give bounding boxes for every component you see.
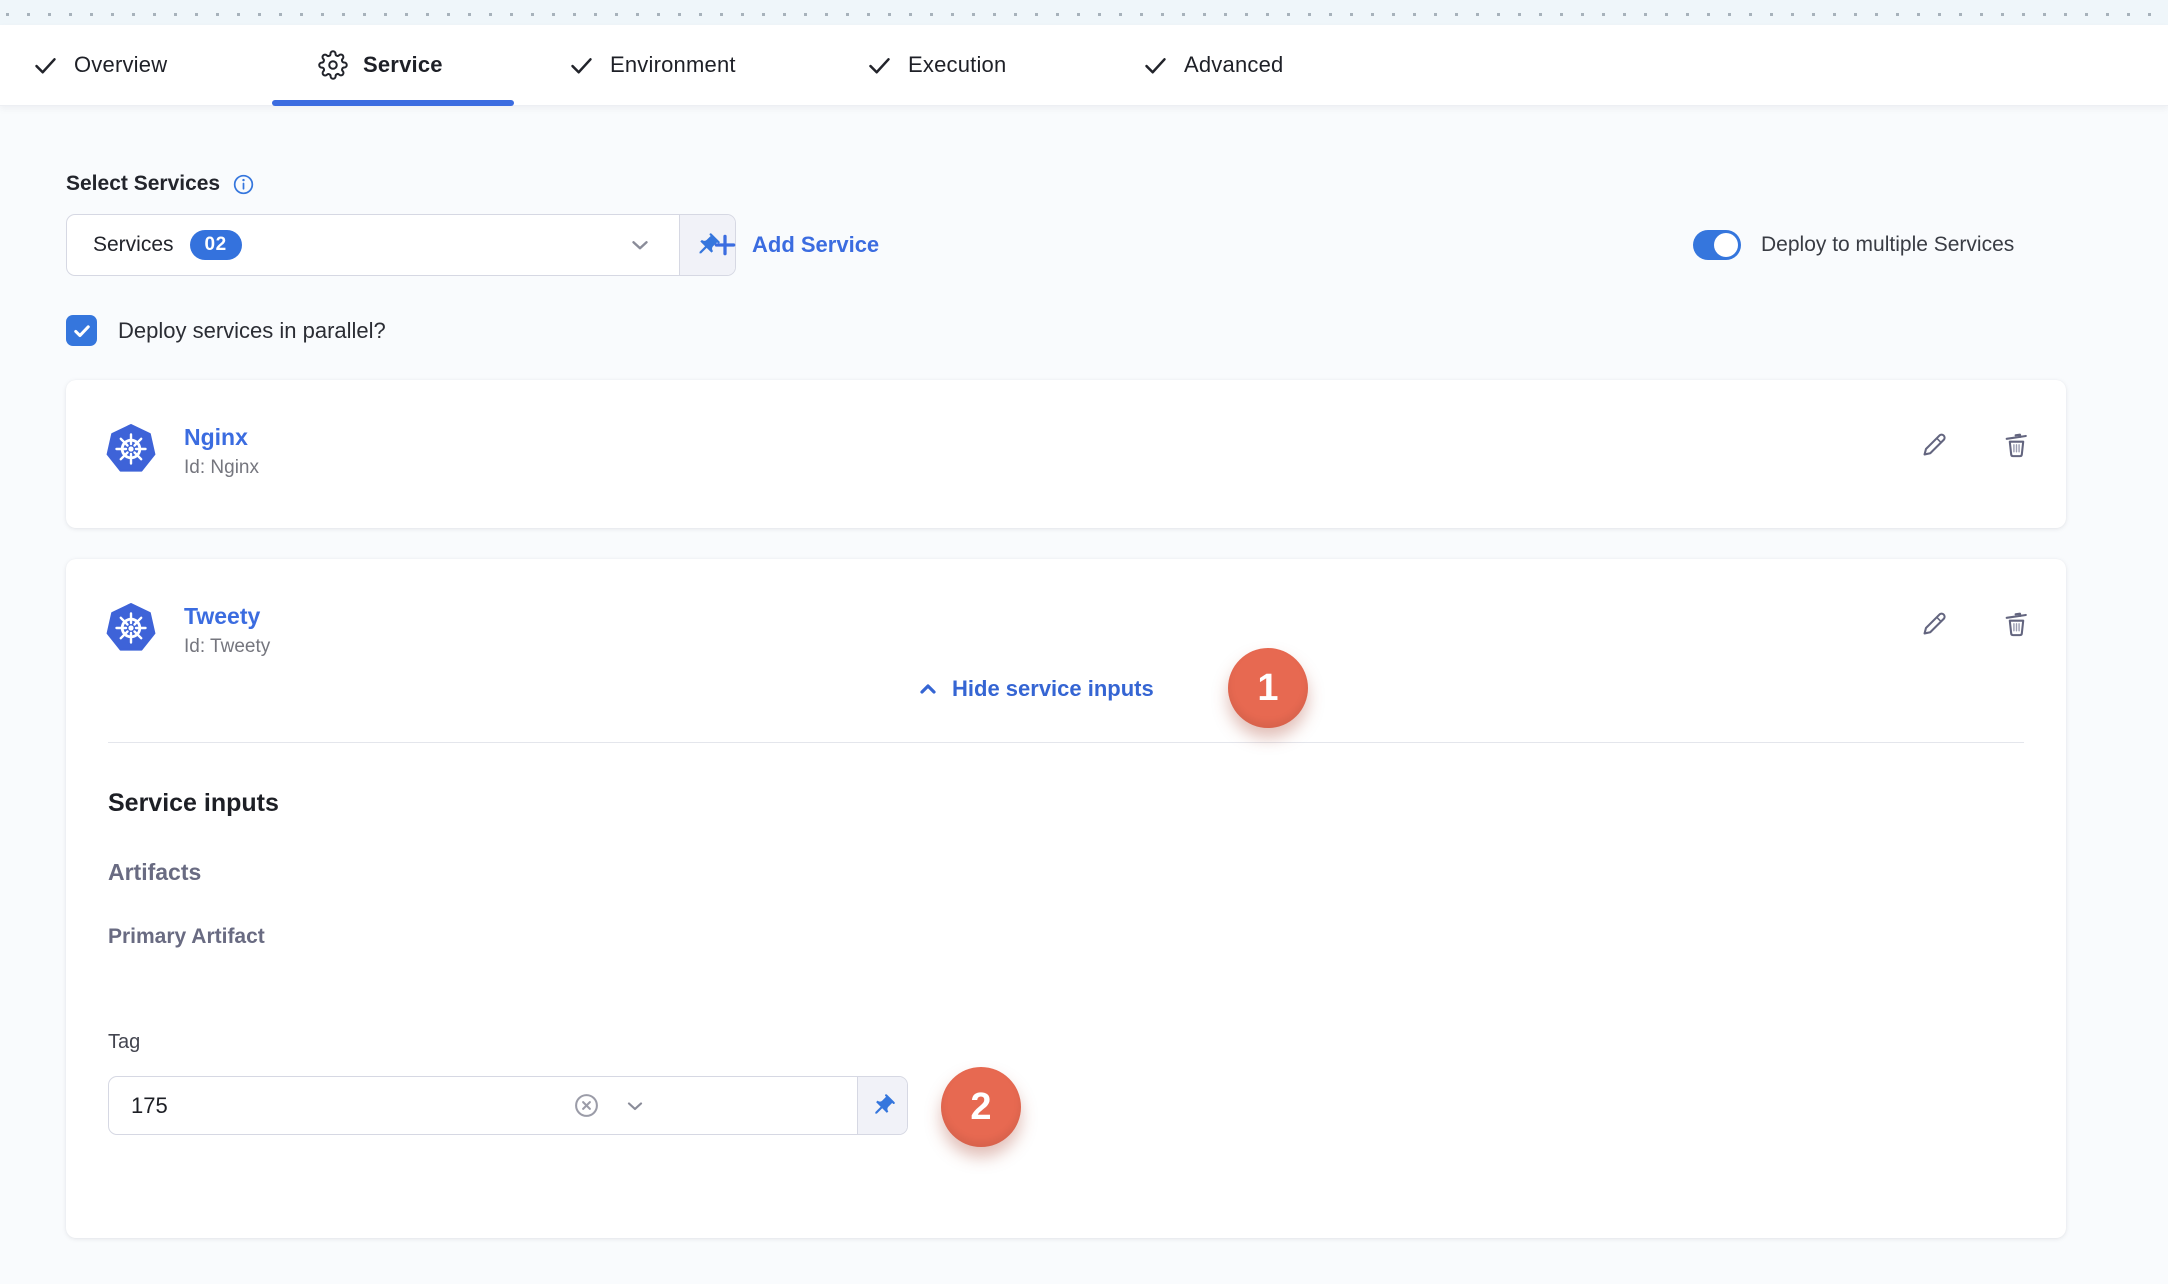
kubernetes-icon xyxy=(106,603,156,658)
delete-service-button[interactable] xyxy=(2000,607,2032,639)
tab-service[interactable]: Service xyxy=(318,25,443,105)
artifacts-heading: Artifacts xyxy=(108,859,201,886)
add-service-label: Add Service xyxy=(752,232,879,258)
check-icon xyxy=(866,52,893,79)
parallel-deploy-checkbox[interactable] xyxy=(66,315,97,346)
annotation-step-2-badge: 2 xyxy=(941,1067,1021,1147)
hide-service-inputs-label: Hide service inputs xyxy=(952,676,1154,702)
primary-artifact-heading: Primary Artifact xyxy=(108,925,265,949)
edit-service-button[interactable] xyxy=(1918,607,1950,639)
deploy-multiple-label: Deploy to multiple Services xyxy=(1761,233,2014,257)
card-divider xyxy=(108,742,2024,743)
edit-service-button[interactable] xyxy=(1918,428,1950,460)
chevron-down-icon[interactable] xyxy=(627,232,653,258)
tab-label: Service xyxy=(363,52,443,78)
service-inputs-title: Service inputs xyxy=(108,789,279,818)
tab-label: Overview xyxy=(74,52,167,78)
annotation-number: 1 xyxy=(1257,667,1278,710)
gear-icon xyxy=(318,50,348,80)
tab-label: Advanced xyxy=(1184,52,1283,78)
check-icon xyxy=(568,52,595,79)
plus-icon xyxy=(712,232,738,258)
tag-field-group xyxy=(108,1076,908,1135)
tab-label: Environment xyxy=(610,52,736,78)
pin-icon xyxy=(870,1093,896,1119)
service-card-nginx: Nginx Id: Nginx xyxy=(66,380,2066,528)
deploy-multiple-toggle[interactable] xyxy=(1693,230,1741,260)
canvas-dotted-strip xyxy=(0,0,2168,25)
tab-execution[interactable]: Execution xyxy=(866,25,1006,105)
pin-input-type-button[interactable] xyxy=(857,1077,907,1134)
toggle-knob xyxy=(1714,233,1738,257)
check-icon xyxy=(1142,52,1169,79)
active-tab-underline xyxy=(272,100,514,106)
services-dropdown-field[interactable]: Services 02 xyxy=(67,215,679,275)
check-icon xyxy=(32,52,59,79)
stage-tabbar: Overview Service Environment Execution A… xyxy=(0,25,2168,106)
tag-label: Tag xyxy=(108,1031,140,1054)
kubernetes-icon xyxy=(106,424,156,479)
service-tab-panel: Select Services Services 02 Add Service xyxy=(0,106,2168,1284)
tab-environment[interactable]: Environment xyxy=(568,25,736,105)
services-dropdown-value: Services xyxy=(93,233,174,257)
service-name-link[interactable]: Tweety xyxy=(184,603,270,630)
tab-advanced[interactable]: Advanced xyxy=(1142,25,1283,105)
annotation-step-1-badge: 1 xyxy=(1228,648,1308,728)
service-name-link[interactable]: Nginx xyxy=(184,424,259,451)
service-card-tweety: Tweety Id: Tweety xyxy=(66,559,2066,1238)
info-icon[interactable] xyxy=(232,173,255,196)
tab-overview[interactable]: Overview xyxy=(32,25,167,105)
chevron-up-icon xyxy=(916,677,940,701)
select-services-label: Select Services xyxy=(66,172,220,196)
annotation-number: 2 xyxy=(970,1086,991,1129)
service-id-text: Id: Nginx xyxy=(184,457,259,479)
add-service-button[interactable]: Add Service xyxy=(712,214,879,276)
services-dropdown: Services 02 xyxy=(66,214,736,276)
delete-service-button[interactable] xyxy=(2000,428,2032,460)
services-count-badge: 02 xyxy=(190,230,242,260)
tab-label: Execution xyxy=(908,52,1006,78)
clear-icon[interactable] xyxy=(572,1091,601,1120)
chevron-down-icon[interactable] xyxy=(623,1094,647,1118)
service-id-text: Id: Tweety xyxy=(184,636,270,658)
hide-service-inputs-link[interactable]: Hide service inputs xyxy=(916,676,1154,702)
tag-input[interactable] xyxy=(109,1077,857,1134)
parallel-deploy-label: Deploy services in parallel? xyxy=(118,318,386,344)
